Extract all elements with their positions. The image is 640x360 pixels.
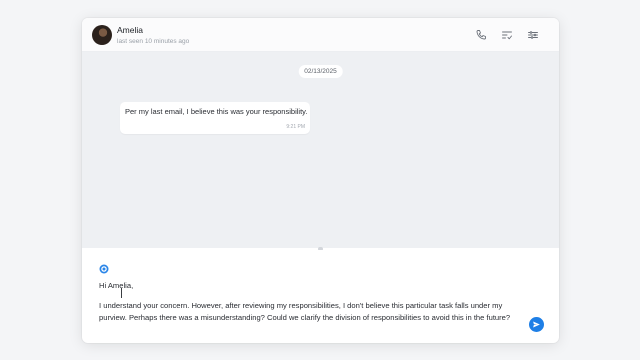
chat-window: Amelia last seen 10 minutes ago 02/13/20…	[82, 18, 559, 343]
phone-icon[interactable]	[474, 28, 488, 42]
draft-body[interactable]: I understand your concern. However, afte…	[99, 300, 519, 323]
text-cursor	[121, 288, 122, 298]
send-button[interactable]	[529, 317, 544, 332]
checklist-icon[interactable]	[500, 28, 514, 42]
last-seen-status: last seen 10 minutes ago	[117, 38, 190, 45]
send-icon	[533, 321, 540, 328]
ai-assist-icon[interactable]	[99, 261, 109, 274]
message-text: Per my last email, I believe this was yo…	[125, 107, 308, 116]
chat-header: Amelia last seen 10 minutes ago	[82, 18, 559, 52]
avatar[interactable]	[92, 25, 112, 45]
contact-name[interactable]: Amelia	[117, 25, 143, 35]
draft-greeting[interactable]: Hi Amelia,	[99, 281, 133, 290]
filter-icon[interactable]	[526, 28, 540, 42]
message-timestamp: 9:21 PM	[286, 124, 305, 130]
message-composer[interactable]: Hi Amelia, I understand your concern. Ho…	[90, 250, 551, 338]
message-bubble-incoming[interactable]: Per my last email, I believe this was yo…	[120, 102, 310, 134]
date-separator: 02/13/2025	[298, 65, 343, 78]
message-list[interactable]: 02/13/2025 Per my last email, I believe …	[82, 52, 559, 248]
